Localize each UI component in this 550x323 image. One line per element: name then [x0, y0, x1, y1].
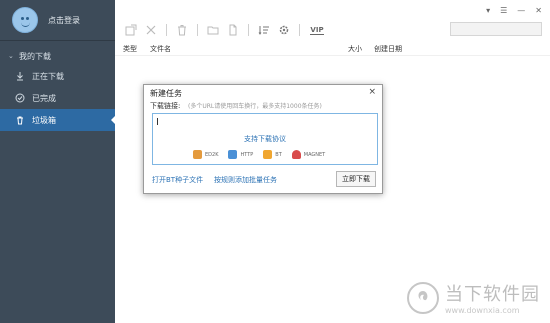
column-type[interactable]: 类型	[123, 44, 137, 54]
batch-add-link[interactable]: 按规则添加批量任务	[214, 175, 277, 185]
search-input[interactable]	[450, 22, 542, 36]
watermark-url: www.downxia.com	[445, 306, 520, 315]
sidebar-item-trash[interactable]: 垃圾箱	[0, 109, 116, 131]
vip-icon[interactable]: VIP	[307, 22, 327, 38]
delete-icon[interactable]	[143, 22, 159, 38]
toolbar-separator	[166, 24, 167, 36]
protocol-ed2k: ED2K	[193, 150, 218, 159]
watermark-logo-icon	[407, 281, 439, 314]
nav-group-header[interactable]: ⌄ 我的下载	[0, 47, 115, 65]
new-task-icon[interactable]	[123, 22, 139, 38]
sidebar-item-label: 垃圾箱	[32, 115, 56, 125]
close-icon[interactable]: ✕	[535, 6, 542, 15]
vip-label: VIP	[310, 25, 324, 35]
profile[interactable]: 点击登录	[0, 0, 115, 40]
check-circle-icon	[14, 92, 26, 104]
watermark: 当下软件园 www.downxia.com	[407, 280, 540, 315]
ed2k-icon	[193, 150, 202, 159]
table-header: 类型 文件名 大小 创建日期	[115, 42, 550, 56]
minimize-icon[interactable]: —	[517, 6, 525, 15]
nav-group-my-downloads: ⌄ 我的下载 正在下载 已完成 垃圾箱	[0, 41, 116, 131]
settings-gear-icon[interactable]	[276, 22, 292, 38]
nav-group-label: 我的下载	[19, 51, 51, 61]
protocol-magnet: MAGNET	[291, 150, 325, 159]
watermark-title: 当下软件园	[445, 284, 540, 305]
window-controls: ▾ ☰ — ✕	[486, 6, 542, 15]
folder-icon[interactable]	[205, 22, 221, 38]
url-textarea[interactable]: 支持下载协议 ED2K HTTP BT MAGNET	[152, 113, 378, 165]
toolbar: VIP	[123, 20, 327, 40]
protocol-list: ED2K HTTP BT MAGNET	[193, 150, 325, 159]
login-link[interactable]: 点击登录	[48, 15, 80, 26]
text-caret	[157, 118, 158, 125]
protocol-http: HTTP	[228, 150, 253, 159]
bt-icon	[263, 150, 273, 159]
sidebar-item-label: 正在下载	[32, 71, 64, 81]
sidebar-item-completed[interactable]: 已完成	[0, 87, 115, 109]
toolbar-separator	[197, 24, 198, 36]
url-label: 下载链接:	[150, 102, 181, 110]
download-icon	[14, 70, 26, 82]
trash-icon[interactable]	[174, 22, 190, 38]
sort-icon[interactable]	[256, 22, 272, 38]
avatar[interactable]	[12, 7, 38, 33]
skin-icon[interactable]: ▾	[486, 6, 490, 15]
protocol-title: 支持下载协议	[244, 135, 286, 143]
toolbar-separator	[299, 24, 300, 36]
magnet-icon	[291, 150, 301, 159]
file-icon[interactable]	[225, 22, 241, 38]
column-size[interactable]: 大小	[348, 44, 362, 54]
column-created-date[interactable]: 创建日期	[374, 44, 402, 54]
menu-icon[interactable]: ☰	[500, 6, 507, 15]
chevron-down-icon: ⌄	[8, 52, 14, 60]
new-task-dialog: 新建任务 × 下载链接: (多个URL请使用回车换行，最多支持1000条任务) …	[143, 84, 383, 194]
sidebar-item-downloading[interactable]: 正在下载	[0, 65, 115, 87]
column-filename[interactable]: 文件名	[150, 44, 171, 54]
dialog-title: 新建任务	[150, 89, 182, 98]
trash-icon	[14, 114, 26, 126]
toolbar-separator	[248, 24, 249, 36]
http-icon	[228, 150, 238, 159]
download-now-button[interactable]: 立即下载	[336, 171, 376, 187]
open-torrent-link[interactable]: 打开BT种子文件	[152, 175, 203, 185]
url-hint: (多个URL请使用回车换行，最多支持1000条任务)	[188, 103, 322, 110]
sidebar: 点击登录 ⌄ 我的下载 正在下载 已完成 垃圾箱	[0, 0, 116, 323]
protocol-bt: BT	[263, 150, 282, 159]
close-icon[interactable]: ×	[368, 87, 376, 97]
sidebar-item-label: 已完成	[32, 93, 56, 103]
